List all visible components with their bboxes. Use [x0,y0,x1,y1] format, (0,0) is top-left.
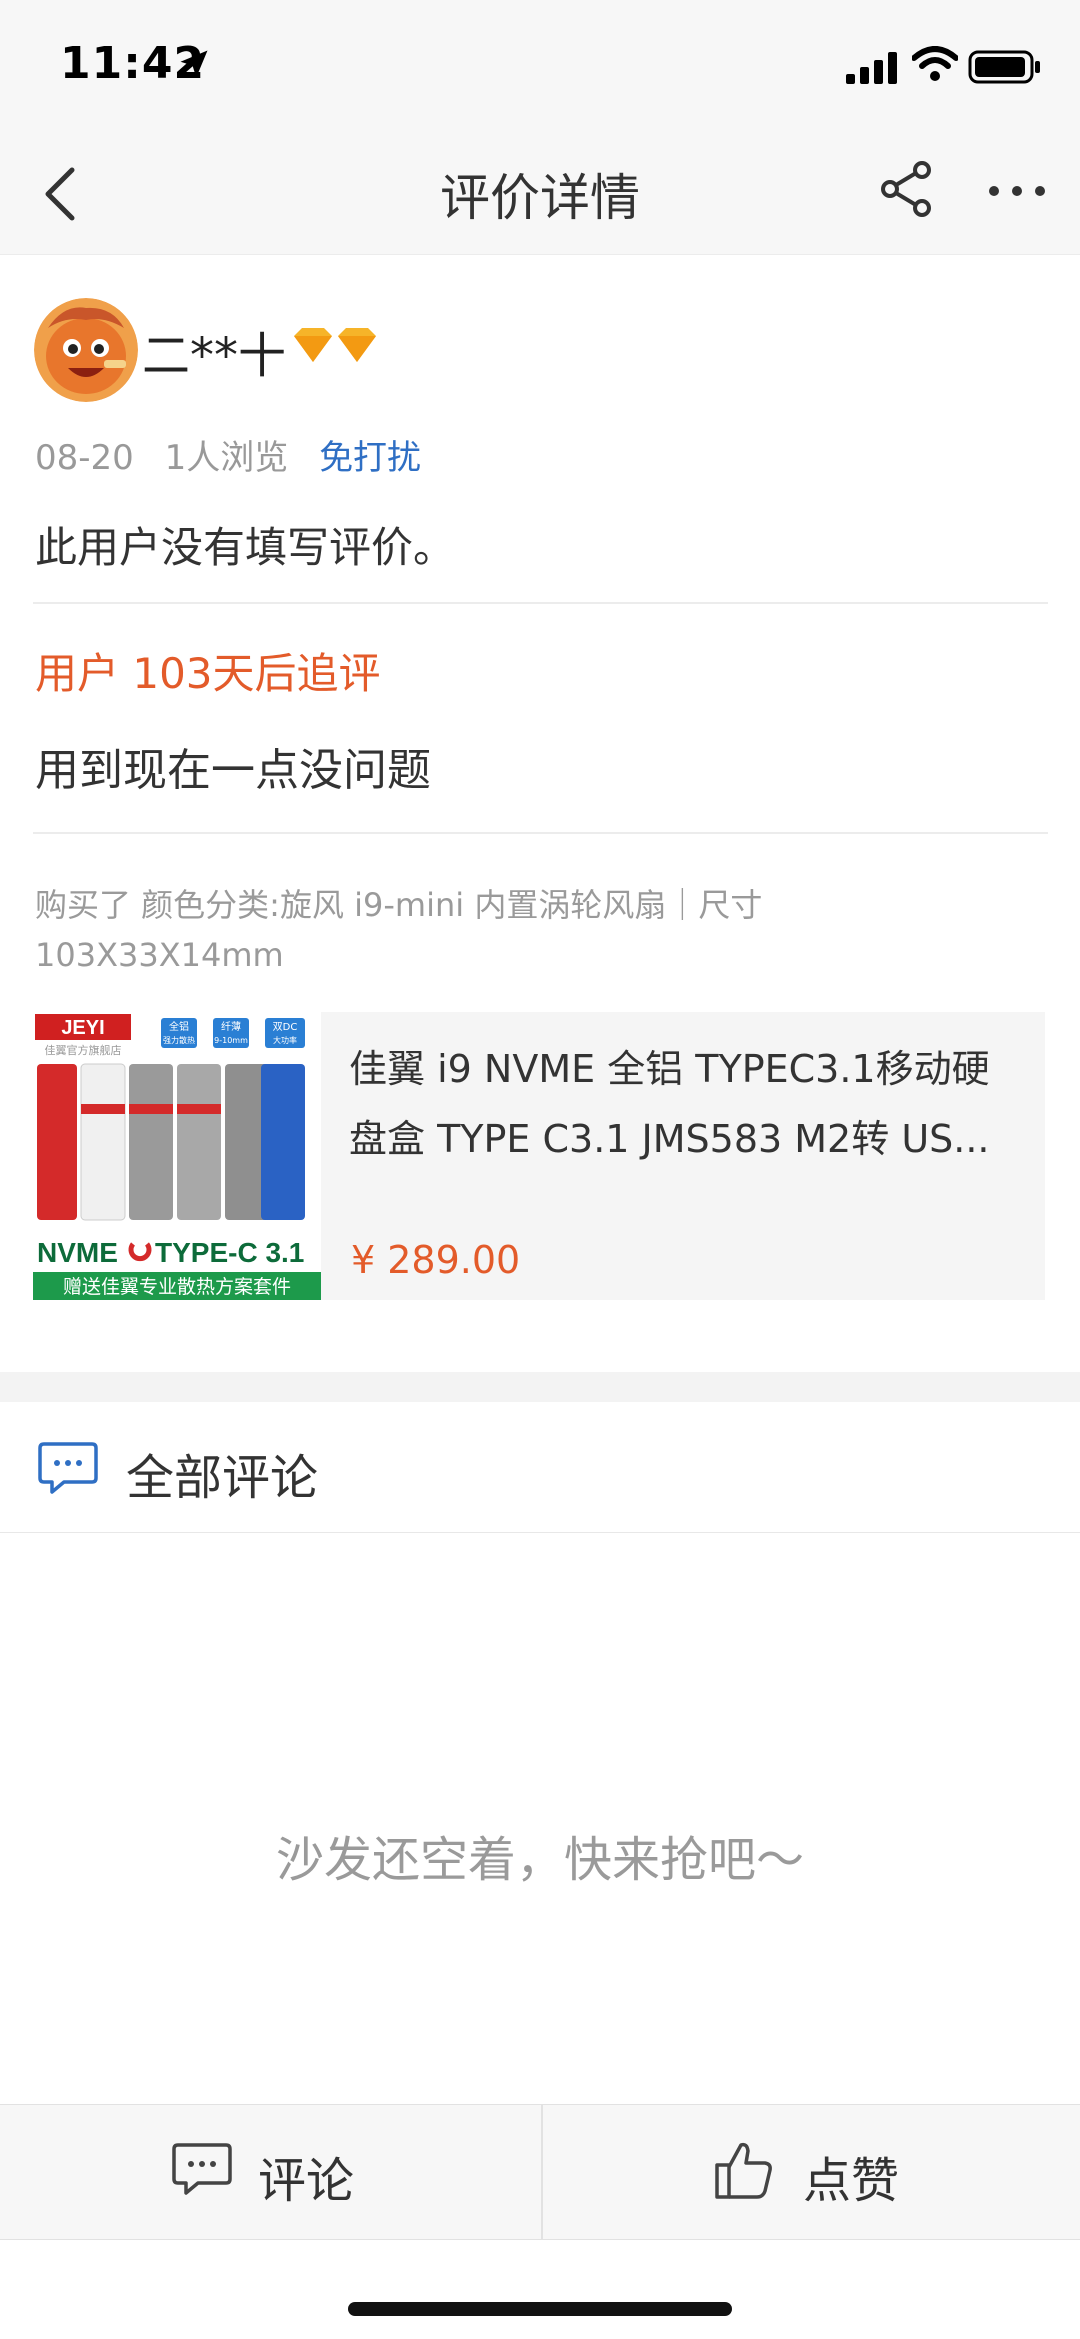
product-badge-3: 双DC [273,1021,298,1033]
comment-button[interactable]: 评论 [0,2105,540,2239]
purchase-variant: 购买了 颜色分类:旋风 i9-mini 内置涡轮风扇｜尺寸 [35,886,763,924]
wifi-icon [912,46,958,81]
diamond-badge-icon [294,328,376,362]
comment-bubble-icon [38,1442,98,1494]
user-name[interactable]: 二**十 [142,316,286,386]
product-badge-3-sub: 大功率 [273,1035,297,1045]
section-gap [0,1372,1080,1402]
product-banner-typec: TYPE-C 3.1 [155,1237,304,1268]
thumbs-up-icon [715,2142,772,2199]
location-arrow-icon [180,50,208,78]
product-title-line-1: 佳翼 i9 NVME 全铝 TYPEC3.1移动硬 [349,1047,990,1091]
review-date: 08-20 [35,438,134,478]
empty-comments-text: 沙发还空着，快来抢吧～ [275,1832,804,1888]
purchase-info: 购买了 颜色分类:旋风 i9-mini 内置涡轮风扇｜尺寸 103X33X14m… [35,880,855,980]
product-title[interactable]: 佳翼 i9 NVME 全铝 TYPEC3.1移动硬 盘盒 TYPE C3.1 J… [349,1034,1029,1174]
product-title-line-2: 盘盒 TYPE C3.1 JMS583 M2转 US... [349,1117,990,1161]
product-badge-2: 纤薄 [221,1020,241,1033]
bottom-action-bar: 评论 点赞 [0,2104,1080,2240]
status-bar: 11:42 [0,0,1080,130]
product-badge-2-sub: 9-10mm [214,1036,248,1045]
view-count: 1人浏览 [164,438,289,478]
product-card[interactable]: JEYI 佳翼官方旗舰店 全铝 强力散热 纤薄 9-10mm 双DC 大功率 N… [33,1012,1045,1300]
followup-text: 用到现在一点没问题 [35,745,431,796]
product-badge-1-sub: 强力散热 [163,1035,195,1045]
review-text: 此用户没有填写评价。 [35,523,456,572]
purchase-size: 103X33X14mm [35,936,284,974]
product-brand: JEYI [61,1017,104,1039]
share-icon[interactable] [874,156,940,222]
comments-header: 全部评论 [0,1402,1080,1533]
product-price: ¥ 289.00 [351,1238,521,1282]
do-not-disturb-link[interactable]: 免打扰 [319,438,421,478]
home-indicator[interactable] [348,2302,732,2316]
divider [33,832,1048,834]
product-image[interactable]: JEYI 佳翼官方旗舰店 全铝 强力散热 纤薄 9-10mm 双DC 大功率 N… [33,1012,321,1300]
product-banner-nvme: NVME [37,1237,118,1268]
like-label: 点赞 [803,2153,900,2209]
comment-label: 评论 [258,2153,355,2209]
more-dots-icon[interactable] [984,158,1050,224]
like-button[interactable]: 点赞 [541,2105,1080,2239]
nav-bar: 评价详情 [0,130,1080,255]
battery-icon [968,50,1040,84]
cellular-signal-icon [846,52,897,84]
product-store: 佳翼官方旗舰店 [45,1043,122,1057]
avatar[interactable] [34,298,138,402]
followup-title: 用户 103天后追评 [35,649,381,698]
review-meta: 08-20 1人浏览 免打扰 [35,430,421,479]
comment-icon [172,2143,232,2195]
product-badge-1: 全铝 [169,1020,189,1033]
comments-title: 全部评论 [126,1450,319,1506]
divider [33,602,1048,604]
product-footer-text: 赠送佳翼专业散热方案套件 [63,1276,291,1298]
